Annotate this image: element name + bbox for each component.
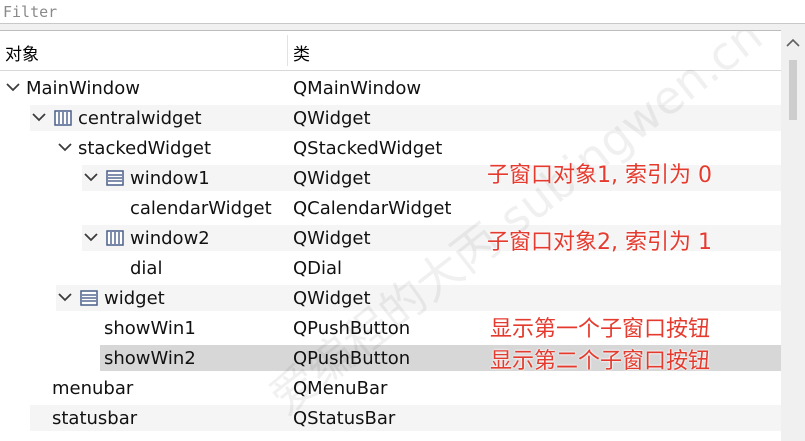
chevron-down-icon[interactable] <box>82 227 100 247</box>
object-class: QMainWindow <box>293 78 422 99</box>
object-name: MainWindow <box>26 78 140 99</box>
tree-row-dial[interactable]: dial QDial <box>0 253 781 283</box>
annotation-window1: 子窗口对象1, 索引为 0 <box>487 163 712 188</box>
object-name: showWin2 <box>104 348 196 369</box>
object-class: QStatusBar <box>293 408 396 429</box>
object-inspector-tree: 对象 类 MainWindow QMainWindow centralwidget Q… <box>0 30 781 441</box>
tree-row-statusbar[interactable]: statusbar QStatusBar <box>0 403 781 433</box>
chevron-down-icon[interactable] <box>56 137 74 157</box>
object-name: dial <box>130 258 163 279</box>
object-name: window1 <box>130 168 210 189</box>
annotation-showwin2: 显示第二个子窗口按钮 <box>490 349 711 374</box>
row-band <box>56 285 781 311</box>
chevron-down-icon[interactable] <box>82 167 100 187</box>
object-class: QWidget <box>293 288 371 309</box>
object-name: showWin1 <box>104 318 196 339</box>
object-class: QPushButton <box>293 348 411 369</box>
tree-row-menubar[interactable]: menubar QMenuBar <box>0 373 781 403</box>
object-class: QCalendarWidget <box>293 198 452 219</box>
tree-row-MainWindow[interactable]: MainWindow QMainWindow <box>0 73 781 103</box>
object-class: QPushButton <box>293 318 411 339</box>
scroll-thumb[interactable] <box>789 60 797 120</box>
tree-row-widget[interactable]: widget QWidget <box>0 283 781 313</box>
tree-header: 对象 类 <box>0 31 781 71</box>
object-name: stackedWidget <box>78 138 212 159</box>
layout-columns-icon <box>54 110 72 126</box>
object-name: calendarWidget <box>130 198 272 219</box>
scroll-up-icon[interactable] <box>786 38 800 48</box>
object-name: window2 <box>130 228 210 249</box>
header-separator <box>287 35 288 66</box>
object-class: QWidget <box>293 108 371 129</box>
chevron-down-icon[interactable] <box>30 107 48 127</box>
object-name: widget <box>104 288 165 309</box>
object-class: QStackedWidget <box>293 138 443 159</box>
chevron-down-icon[interactable] <box>56 287 74 307</box>
layout-rows-icon <box>106 170 124 186</box>
filter-input[interactable] <box>0 0 805 23</box>
vertical-scrollbar[interactable] <box>781 30 805 440</box>
annotation-window2: 子窗口对象2, 索引为 1 <box>487 230 712 255</box>
chevron-down-icon[interactable] <box>4 77 22 97</box>
object-name: statusbar <box>52 408 138 429</box>
object-name: menubar <box>52 378 134 399</box>
annotation-showwin1: 显示第一个子窗口按钮 <box>490 317 711 342</box>
layout-rows-icon <box>80 290 98 306</box>
object-class: QWidget <box>293 168 371 189</box>
header-class[interactable]: 类 <box>293 40 310 65</box>
tree-row-calendarWidget[interactable]: calendarWidget QCalendarWidget <box>0 193 781 223</box>
object-name: centralwidget <box>78 108 202 129</box>
object-class: QDial <box>293 258 343 279</box>
header-object[interactable]: 对象 <box>5 40 39 65</box>
tree-row-centralwidget[interactable]: centralwidget QWidget <box>0 103 781 133</box>
layout-columns-icon <box>106 230 124 246</box>
object-class: QWidget <box>293 228 371 249</box>
row-band <box>30 405 781 431</box>
object-class: QMenuBar <box>293 378 388 399</box>
filter-bar <box>0 0 805 24</box>
